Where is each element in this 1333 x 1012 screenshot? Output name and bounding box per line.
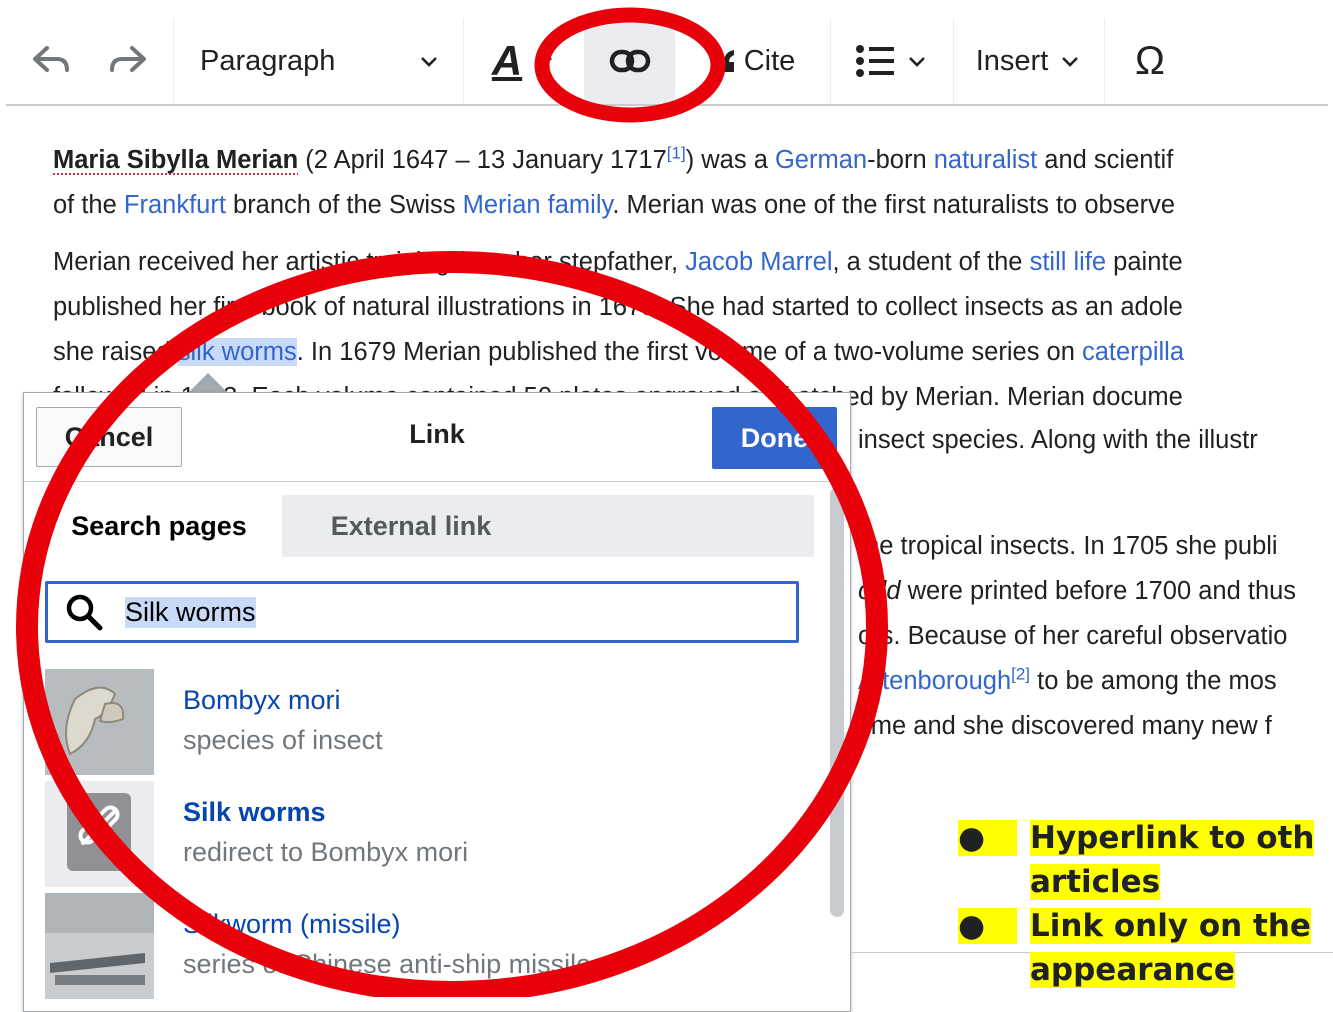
result-description: series of Chinese anti-ship missiles (183, 949, 605, 980)
link-frankfurt[interactable]: Frankfurt (124, 191, 226, 219)
dialog-pointer (188, 373, 228, 393)
text-style-dropdown[interactable]: A (464, 18, 585, 104)
result-title[interactable]: Silkworm (missile) (183, 909, 401, 940)
paragraph-format-dropdown[interactable]: Paragraph (174, 18, 464, 104)
text-run: insect species. Along with the illustr (858, 426, 1258, 454)
search-icon (65, 593, 103, 631)
reference-link[interactable]: [2] (1011, 665, 1030, 684)
bullet-item-continuation: articles (958, 864, 1333, 908)
subject-name: Maria Sibylla Merian (53, 146, 298, 174)
reference-link[interactable]: [1] (667, 144, 686, 163)
bullet-item: ● Hyperlink to oth (958, 820, 1333, 864)
search-result[interactable]: Bombyx mori species of insect (45, 669, 805, 777)
text-line: time and she discovered many new f (858, 704, 1272, 749)
text-run: ) was a (686, 146, 775, 174)
done-button[interactable]: Done (712, 407, 837, 469)
text-run: she raised (53, 338, 178, 366)
result-title[interactable]: Silk worms (183, 797, 326, 828)
chevron-down-icon (1058, 49, 1082, 73)
moth-thumbnail (45, 669, 154, 775)
result-description: redirect to Bombyx mori (183, 837, 468, 868)
text-run: published her first book of natural illu… (53, 293, 1183, 321)
text-run: (2 April 1647 – 13 January 1717 (298, 146, 667, 174)
bullet-text: articles (1030, 864, 1160, 900)
annotation-bullets: ● Hyperlink to oth articles ● Link only … (958, 820, 1333, 996)
link-naturalist[interactable]: naturalist (934, 146, 1037, 174)
search-result-selected[interactable]: Silk worms redirect to Bombyx mori (45, 781, 805, 889)
article-body: Maria Sibylla Merian (2 April 1647 – 13 … (53, 138, 1333, 432)
link-merian-family[interactable]: Merian family (463, 191, 613, 219)
text-run: -born (867, 146, 934, 174)
lead-paragraph: Maria Sibylla Merian (2 April 1647 – 13 … (53, 138, 1333, 228)
text-run: painte (1106, 248, 1183, 276)
chevron-down-icon (417, 49, 441, 73)
bullet-dot: ● (958, 820, 1017, 856)
link-german[interactable]: German (775, 146, 867, 174)
search-input[interactable]: Silk worms (45, 581, 799, 643)
bullet-text: appearance (1030, 952, 1235, 988)
dialog-header: Cancel Link Done (24, 393, 850, 482)
quote-icon (710, 48, 736, 74)
special-character-button[interactable]: Ω (1105, 18, 1195, 104)
text-run: were printed before 1700 and thus (901, 577, 1297, 605)
bullet-item: ● Link only on the (958, 908, 1333, 952)
text-run: to be among the mos (1030, 667, 1277, 695)
search-result[interactable]: Silkworm (missile) series of Chinese ant… (45, 893, 805, 1001)
italic-title: orld (858, 577, 901, 605)
text-run: , a student of the (833, 248, 1030, 276)
tab-external-link[interactable]: External link (282, 495, 540, 557)
text-line: insect species. Along with the illustr (858, 418, 1258, 463)
text-run: time and she discovered many new f (858, 712, 1272, 740)
cite-button[interactable]: Cite (675, 18, 831, 104)
link-type-tabs: Search pages External link (36, 495, 814, 557)
link-silk-worms-selected[interactable]: silk worms (178, 338, 297, 366)
text-line: orld were printed before 1700 and thus (858, 569, 1296, 614)
history-group (6, 18, 174, 104)
text-run: ors. Because of her careful observatio (858, 622, 1287, 650)
chevron-down-icon (532, 49, 556, 73)
link-button[interactable] (585, 18, 675, 104)
text-line: the tropical insects. In 1705 she publi (858, 524, 1278, 569)
link-icon (609, 48, 651, 74)
text-run: . In 1679 Merian published the first vol… (297, 338, 1082, 366)
cite-label: Cite (744, 45, 796, 78)
text-run: branch of the Swiss (226, 191, 463, 219)
link-caterpillar[interactable]: caterpilla (1082, 338, 1184, 366)
text-run: the tropical insects. In 1705 she publi (858, 532, 1278, 560)
omega-icon: Ω (1135, 39, 1165, 84)
link-still-life[interactable]: still life (1030, 248, 1107, 276)
bullet-item-continuation: appearance (958, 952, 1333, 996)
list-dropdown[interactable] (831, 18, 954, 104)
text-run: Merian received her artistic training fr… (53, 248, 685, 276)
bullet-text: Link only on the (1030, 908, 1311, 944)
link-jacob-marrel[interactable]: Jacob Marrel (685, 248, 832, 276)
text-run: and scientif (1037, 146, 1173, 174)
result-description: species of insect (183, 725, 383, 756)
text-run: . Merian was one of the first naturalist… (612, 191, 1175, 219)
search-query-text: Silk worms (125, 597, 256, 628)
text-line: ors. Because of her careful observatio (858, 614, 1287, 659)
editor-toolbar: Paragraph A Cite Insert Ω (6, 18, 1328, 106)
link-attenborough[interactable]: Attenborough (858, 667, 1011, 695)
text-style-icon: A (492, 37, 522, 85)
result-title[interactable]: Bombyx mori (183, 685, 341, 716)
bullet-text: Hyperlink to oth (1030, 820, 1314, 856)
text-run: of the (53, 191, 124, 219)
bullet-list-icon (855, 44, 895, 78)
chevron-down-icon (905, 49, 929, 73)
text-line: Attenborough[2] to be among the mos (858, 659, 1277, 704)
redo-icon[interactable] (108, 42, 148, 81)
insert-label: Insert (976, 45, 1049, 78)
insert-dropdown[interactable]: Insert (954, 18, 1105, 104)
redirect-link-thumbnail (45, 781, 154, 887)
link-dialog: Cancel Link Done Search pages External l… (23, 392, 851, 1012)
missile-thumbnail (45, 893, 154, 999)
bullet-dot: ● (958, 908, 1017, 944)
paragraph-label: Paragraph (200, 45, 335, 78)
undo-icon[interactable] (31, 42, 71, 81)
results-scrollbar[interactable] (830, 487, 844, 917)
tab-search-pages[interactable]: Search pages (36, 495, 282, 557)
